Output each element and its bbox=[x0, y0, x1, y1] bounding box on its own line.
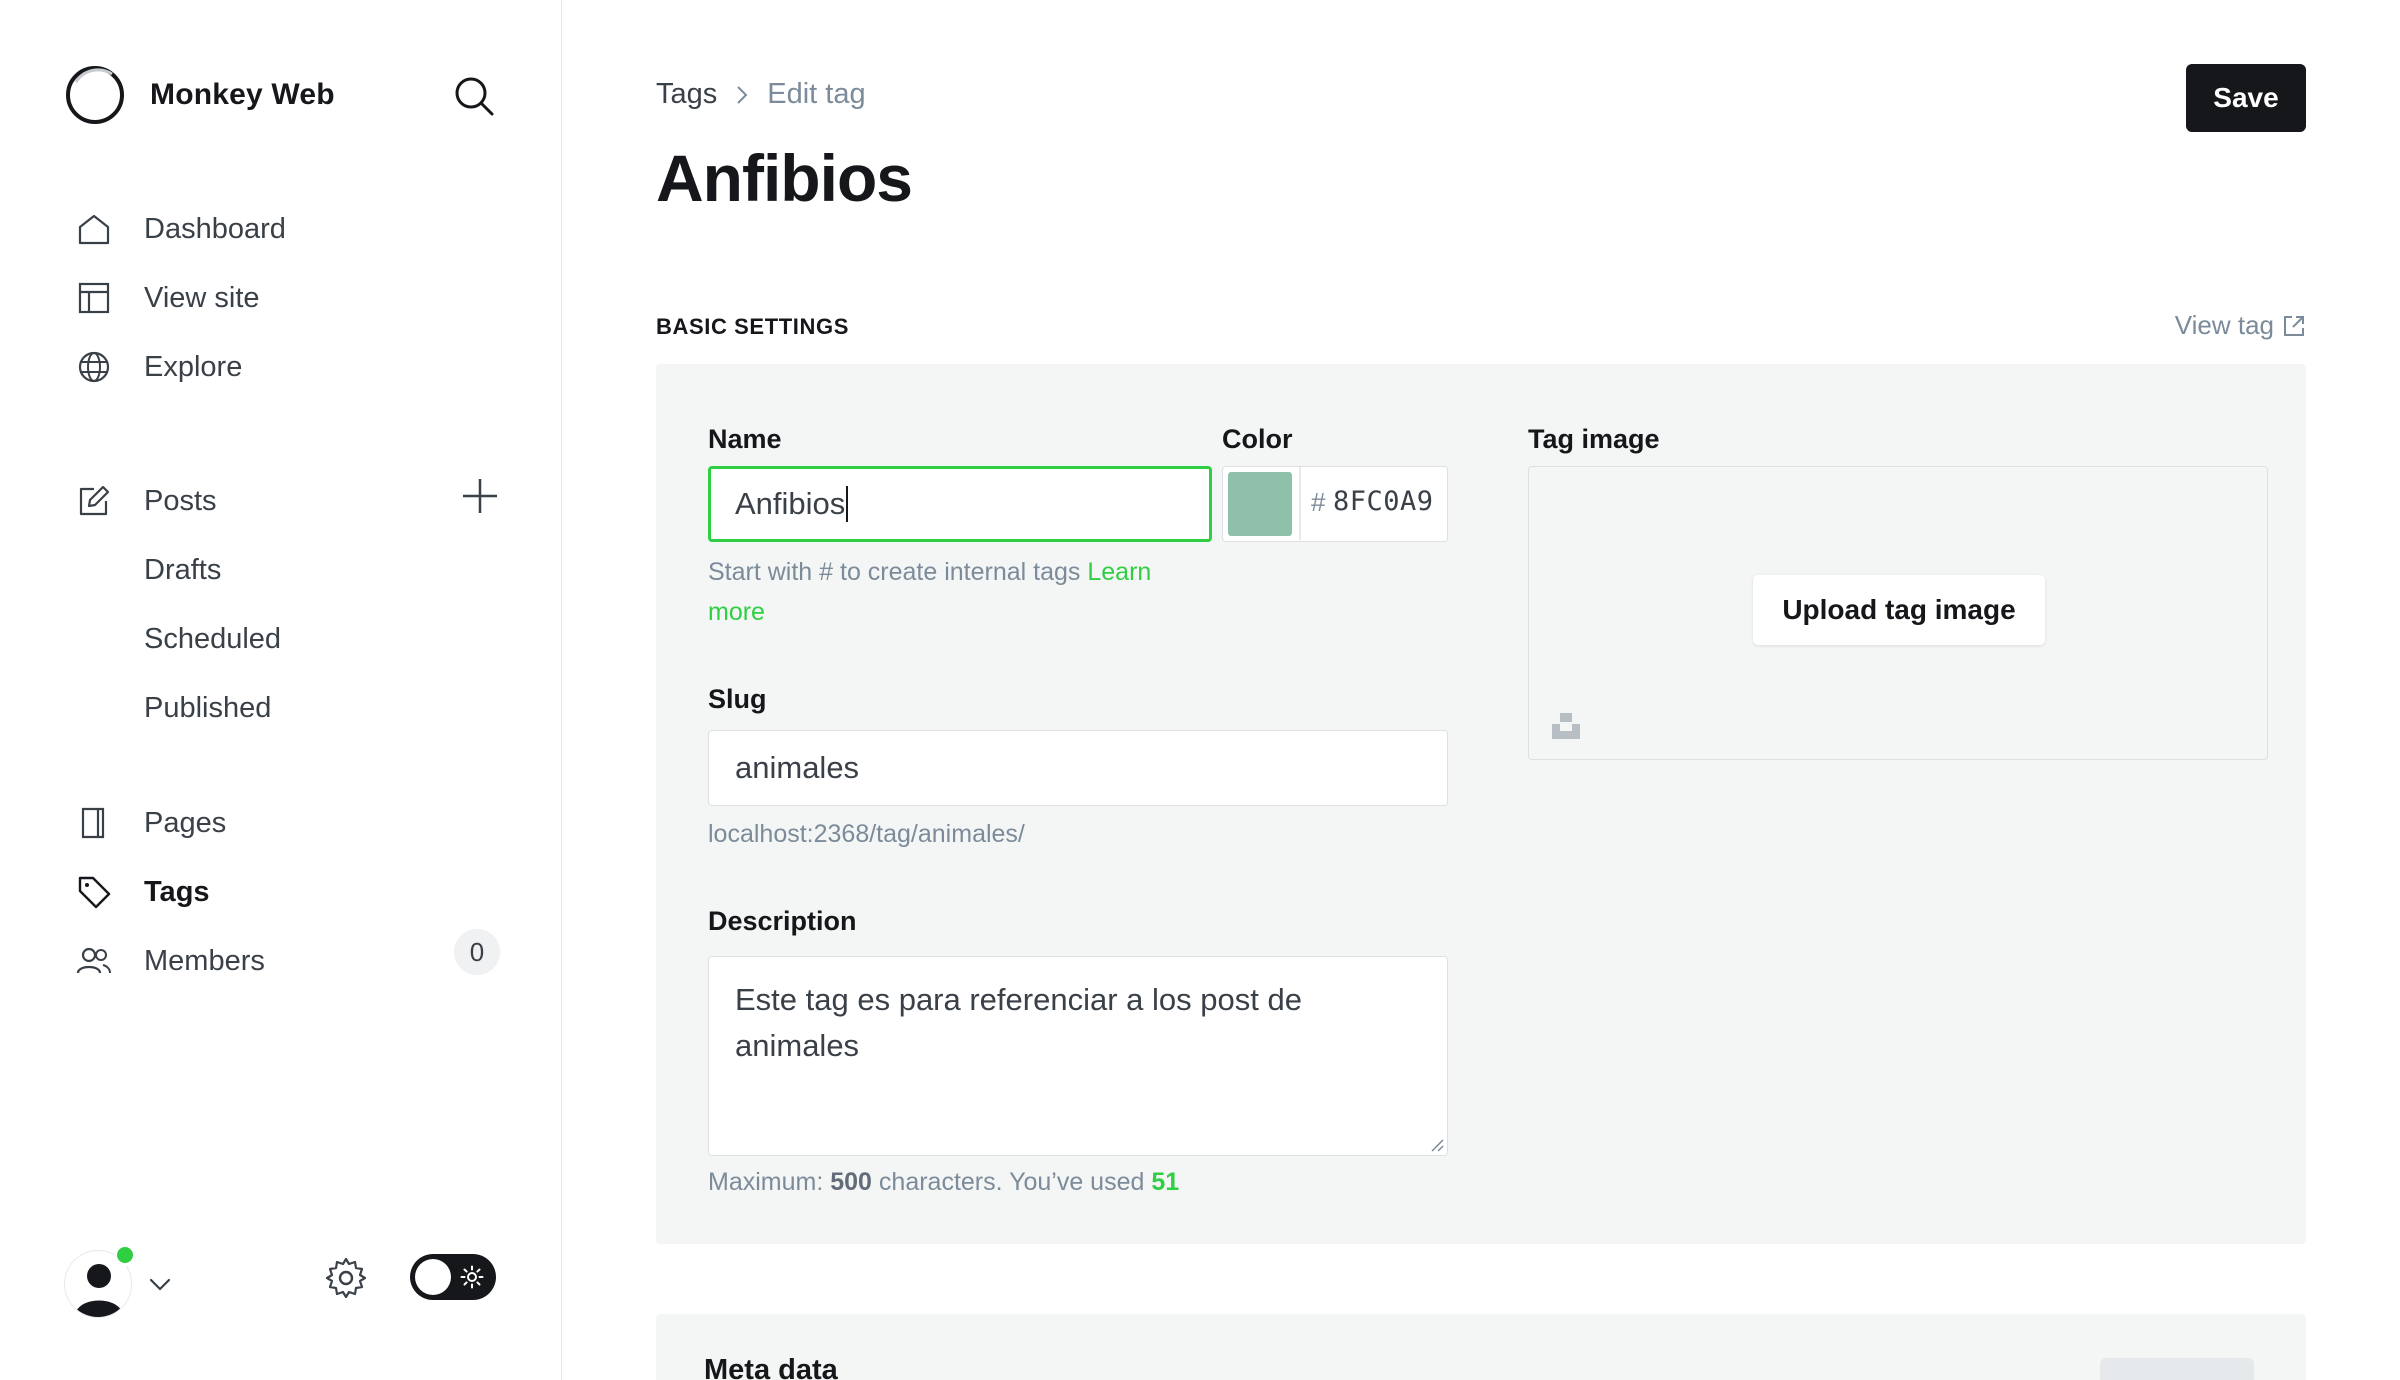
chevron-down-icon[interactable] bbox=[148, 1272, 172, 1296]
sidebar-item-label: Posts bbox=[144, 484, 217, 517]
char-count-max: 500 bbox=[830, 1168, 872, 1196]
sidebar-item-label: Dashboard bbox=[144, 212, 286, 245]
sidebar-item-posts[interactable]: Posts bbox=[76, 477, 217, 525]
description-textarea[interactable]: Este tag es para referenciar a los post … bbox=[708, 956, 1448, 1156]
members-icon bbox=[76, 943, 112, 979]
external-link-icon bbox=[2284, 315, 2304, 336]
layout-icon bbox=[76, 280, 112, 316]
sidebar-subitem-drafts[interactable]: Drafts bbox=[144, 548, 221, 592]
sidebar-item-dashboard[interactable]: Dashboard bbox=[76, 205, 286, 253]
tag-image-dropzone[interactable]: Upload tag image bbox=[1528, 466, 2268, 760]
char-count-used: 51 bbox=[1151, 1168, 1180, 1196]
new-post-plus-icon[interactable] bbox=[460, 476, 500, 516]
toggle-knob bbox=[415, 1259, 451, 1295]
sidebar-item-members[interactable]: Members bbox=[76, 937, 265, 985]
sidebar-item-view-site[interactable]: View site bbox=[76, 274, 260, 322]
name-label: Name bbox=[708, 424, 782, 454]
breadcrumb-current: Edit tag bbox=[767, 78, 866, 110]
slug-input[interactable]: animales bbox=[708, 730, 1448, 806]
meta-data-title: Meta data bbox=[704, 1354, 838, 1380]
slug-input-value: animales bbox=[735, 750, 860, 785]
home-icon bbox=[76, 211, 112, 247]
description-char-count: Maximum: 500 characters. You’ve used 51 bbox=[708, 1162, 1179, 1202]
globe-icon bbox=[76, 349, 112, 385]
slug-label: Slug bbox=[708, 684, 767, 714]
save-button[interactable]: Save bbox=[2186, 64, 2306, 132]
sun-icon bbox=[460, 1265, 484, 1289]
color-hex-input[interactable]: 8FC0A9 bbox=[1333, 486, 1434, 517]
page-icon bbox=[76, 805, 112, 841]
view-tag-link[interactable]: View tag bbox=[2175, 310, 2306, 341]
breadcrumb: Tags Edit tag bbox=[656, 78, 866, 111]
tag-image-label: Tag image bbox=[1528, 424, 1660, 454]
sidebar-subitem-published[interactable]: Published bbox=[144, 686, 271, 730]
edit-icon bbox=[76, 483, 112, 519]
color-hash: # bbox=[1311, 487, 1326, 517]
char-count-middle: characters. You’ve used bbox=[878, 1168, 1145, 1196]
breadcrumb-tags-link[interactable]: Tags bbox=[656, 78, 717, 111]
sidebar-item-label: View site bbox=[144, 281, 260, 314]
page-title: Anfibios bbox=[656, 141, 913, 215]
sidebar: Monkey Web Dashboard View site Explore P… bbox=[0, 0, 562, 1380]
description-value: Este tag es para referenciar a los post … bbox=[735, 982, 1302, 1063]
name-hint-text: Start with # to create internal tags bbox=[708, 558, 1081, 586]
learn-more-link-part-1: Learn bbox=[1087, 558, 1152, 586]
sidebar-item-label: Members bbox=[144, 944, 265, 977]
color-divider bbox=[1299, 467, 1301, 540]
section-label-basic-settings: BASIC SETTINGS bbox=[656, 314, 849, 339]
sidebar-item-label: Pages bbox=[144, 806, 227, 839]
view-tag-label: View tag bbox=[2174, 310, 2274, 340]
resize-handle-icon[interactable] bbox=[1428, 1136, 1444, 1152]
sidebar-item-label: Tags bbox=[144, 875, 210, 908]
dark-mode-toggle[interactable] bbox=[410, 1254, 496, 1300]
name-input-value: Anfibios bbox=[735, 486, 846, 521]
char-count-prefix: Maximum: bbox=[708, 1168, 824, 1196]
sidebar-item-label: Explore bbox=[144, 350, 243, 383]
tag-icon bbox=[76, 874, 112, 910]
color-label: Color bbox=[1222, 424, 1293, 454]
site-logo-icon bbox=[66, 66, 124, 124]
search-icon[interactable] bbox=[452, 74, 496, 118]
sidebar-item-explore[interactable]: Explore bbox=[76, 343, 242, 391]
gear-icon[interactable] bbox=[324, 1256, 368, 1300]
meta-data-expand-button[interactable] bbox=[2100, 1358, 2254, 1380]
sidebar-subitem-scheduled[interactable]: Scheduled bbox=[144, 617, 281, 661]
learn-more-link-part-2: more bbox=[708, 598, 765, 626]
color-field[interactable]: # 8FC0A9 bbox=[1222, 466, 1448, 542]
sidebar-item-tags[interactable]: Tags bbox=[76, 868, 210, 916]
name-hint: Start with # to create internal tags Lea… bbox=[708, 552, 1228, 632]
sidebar-item-pages[interactable]: Pages bbox=[76, 799, 226, 847]
description-label: Description bbox=[708, 906, 857, 936]
chevron-right-icon bbox=[737, 85, 748, 104]
text-caret bbox=[846, 486, 849, 522]
upload-tag-image-button[interactable]: Upload tag image bbox=[1753, 575, 2045, 645]
name-input[interactable]: Anfibios bbox=[708, 466, 1212, 542]
unsplash-icon[interactable] bbox=[1551, 711, 1581, 741]
members-count-badge: 0 bbox=[454, 929, 500, 975]
online-status-dot bbox=[114, 1244, 136, 1266]
slug-url-preview: localhost:2368/tag/animales/ bbox=[708, 820, 1025, 848]
meta-data-panel bbox=[656, 1314, 2306, 1380]
brand[interactable]: Monkey Web bbox=[64, 64, 335, 126]
site-name: Monkey Web bbox=[150, 78, 335, 111]
color-swatch[interactable] bbox=[1228, 472, 1292, 536]
